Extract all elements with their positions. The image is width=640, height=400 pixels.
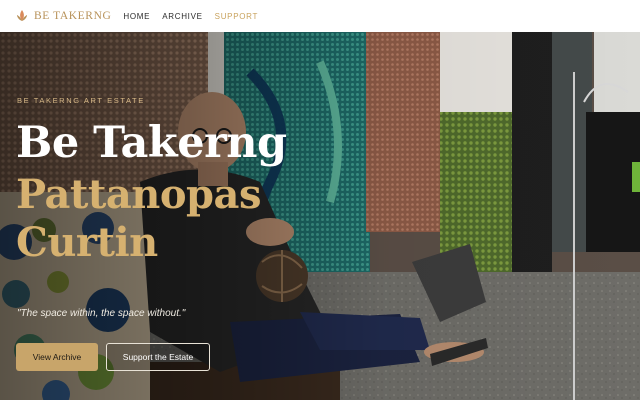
hero-quote: "The space within, the space without." bbox=[17, 308, 186, 319]
hero-eyebrow: BE TAKERNG ART ESTATE bbox=[17, 96, 145, 105]
hero-title: Be Takerng Pattanopas Curtin bbox=[16, 118, 287, 267]
hero-title-line3: Curtin bbox=[16, 219, 158, 267]
brand-name[interactable]: BE TAKERNG bbox=[34, 10, 111, 22]
hero-title-line2: Pattanopas bbox=[16, 171, 261, 219]
nav-link-support[interactable]: SUPPORT bbox=[215, 12, 258, 21]
nav-link-home[interactable]: HOME bbox=[123, 12, 150, 21]
hero-section: BE TAKERNG ART ESTATE Be Takerng Pattano… bbox=[0, 32, 640, 400]
nav-link-archive[interactable]: ARCHIVE bbox=[162, 12, 202, 21]
lotus-logo-icon[interactable] bbox=[16, 9, 28, 23]
view-archive-button[interactable]: View Archive bbox=[16, 343, 98, 371]
support-estate-button[interactable]: Support the Estate bbox=[106, 343, 210, 371]
top-nav: BE TAKERNG HOME ARCHIVE SUPPORT bbox=[0, 0, 640, 32]
hero-title-line1: Be Takerng bbox=[16, 118, 287, 168]
